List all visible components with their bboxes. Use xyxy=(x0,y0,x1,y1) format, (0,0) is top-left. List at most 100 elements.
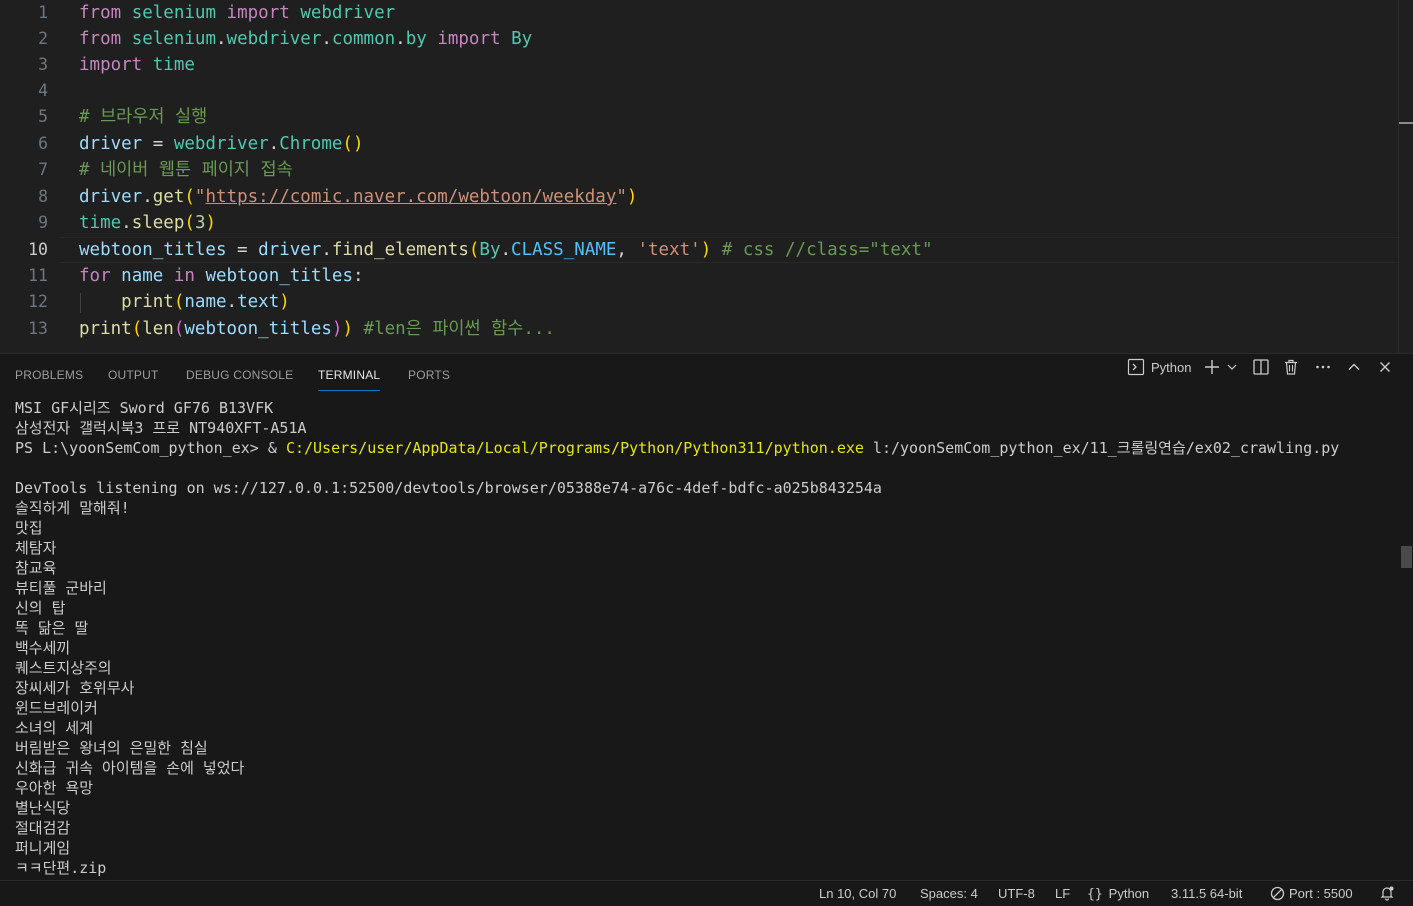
notifications-button[interactable] xyxy=(1379,885,1399,901)
code-text[interactable]: print(name.text) xyxy=(79,289,290,315)
line-number: 12 xyxy=(28,292,48,311)
terminal-command-line: PS L:\yoonSemCom_python_ex> & C:/Users/u… xyxy=(15,438,1395,458)
python-interpreter[interactable]: 3.11.5 64-bit xyxy=(1171,886,1242,901)
line-number: 9 xyxy=(38,213,48,232)
code-text[interactable]: driver = webdriver.Chrome() xyxy=(79,131,364,157)
code-line-6[interactable]: 6 driver = webdriver.Chrome() xyxy=(0,131,1400,157)
terminal-output[interactable]: MSI GF시리즈 Sword GF76 B13VFK 삼성전자 갤럭시북3 프… xyxy=(15,398,1395,881)
line-number: 6 xyxy=(38,134,48,153)
terminal-selector[interactable]: Python xyxy=(1127,354,1197,380)
tab-debug-console[interactable]: DEBUG CONSOLE xyxy=(186,368,293,382)
tab-output[interactable]: OUTPUT xyxy=(108,368,159,382)
code-text[interactable]: # 네이버 웹툰 페이지 접속 xyxy=(79,157,293,183)
end-of-line[interactable]: LF xyxy=(1055,886,1070,901)
plus-icon xyxy=(1203,358,1221,376)
code-line-5[interactable]: 5 # 브라우저 실행 xyxy=(0,104,1400,130)
line-number: 2 xyxy=(38,29,48,48)
terminal-scrollbar-thumb[interactable] xyxy=(1401,546,1412,568)
webtoon-title-list: 솔직하게 말해줘! 맛집 체탐자 참교육 뷰티풀 군바리 신의 탑똑 닮은 딸 백수세끼 퀘스… xyxy=(15,498,1395,878)
code-line-9[interactable]: 9 time.sleep(3) xyxy=(0,210,1400,236)
script-path: l:/yoonSemCom_python_ex/11_크롤링연습/ex02_cr… xyxy=(863,439,1340,457)
python-exe-path: C:/Users/user/AppData/Local/Programs/Pyt… xyxy=(285,439,864,457)
terminal-line: MSI GF시리즈 Sword GF76 B13VFK xyxy=(15,399,274,417)
code-text[interactable]: # 브라우저 실행 xyxy=(79,104,207,130)
cursor-position[interactable]: Ln 10, Col 70 xyxy=(819,886,896,901)
line-number: 7 xyxy=(38,160,48,179)
editor-scrollbar[interactable] xyxy=(1398,0,1413,353)
code-line-11[interactable]: 11 for name in webtoon_titles: xyxy=(0,263,1400,289)
close-panel-button[interactable] xyxy=(1375,354,1395,380)
code-text[interactable]: import time xyxy=(79,52,195,78)
webtoon-title-line: 체탐자 xyxy=(15,539,57,557)
code-line-7[interactable]: 7 # 네이버 웹툰 페이지 접속 xyxy=(0,157,1400,183)
webtoon-title-line: 참교육 xyxy=(15,559,57,577)
webtoon-title-line: 절대검감 xyxy=(15,819,71,837)
line-number: 8 xyxy=(38,187,48,206)
line-number: 11 xyxy=(28,266,48,285)
ellipsis-icon xyxy=(1314,358,1332,376)
language-label: Python xyxy=(1108,886,1150,901)
braces-icon: {} xyxy=(1087,887,1103,902)
code-text[interactable]: for name in webtoon_titles: xyxy=(79,263,364,289)
webtoon-title-line: 똑 닮은 딸 xyxy=(15,619,89,637)
language-mode[interactable]: {} Python xyxy=(1087,886,1149,902)
terminal-prompt: PS L:\yoonSemCom_python_ex> & xyxy=(15,439,286,457)
tab-problems[interactable]: PROBLEMS xyxy=(15,368,83,382)
terminal-icon xyxy=(1127,358,1145,376)
live-server-port[interactable]: Port : 5500 xyxy=(1270,886,1353,901)
editor-scroll-marker xyxy=(1399,122,1413,124)
split-terminal-button[interactable] xyxy=(1251,354,1271,380)
kill-terminal-button[interactable] xyxy=(1281,354,1301,380)
bell-icon xyxy=(1379,886,1399,901)
code-line-12[interactable]: 12 print(name.text) xyxy=(0,289,1400,315)
code-text[interactable]: from selenium.webdriver.common.by import… xyxy=(79,26,532,52)
webtoon-title-line: 신화급 귀속 아이템을 손에 넣었다 xyxy=(15,759,245,777)
terminal-dropdown-button[interactable] xyxy=(1224,354,1240,380)
code-editor[interactable]: 1 from selenium import webdriver 2 from … xyxy=(0,0,1413,353)
tab-terminal[interactable]: TERMINAL xyxy=(318,368,381,391)
webtoon-title-line: 뷰티풀 군바리 xyxy=(15,579,107,597)
indentation[interactable]: Spaces: 4 xyxy=(920,886,978,901)
code-line-4[interactable]: 4 xyxy=(0,78,1400,104)
webtoon-title-line: 백수세끼 xyxy=(15,639,71,657)
trash-icon xyxy=(1282,358,1300,376)
line-number: 4 xyxy=(38,81,48,100)
code-line-2[interactable]: 2 from selenium.webdriver.common.by impo… xyxy=(0,26,1400,52)
webtoon-title-line: 별난식당 xyxy=(15,799,71,817)
code-text[interactable]: driver.get("https://comic.naver.com/webt… xyxy=(79,184,637,210)
code-text[interactable]: time.sleep(3) xyxy=(79,210,216,236)
webtoon-title-line: 우아한 욕망 xyxy=(15,779,94,797)
code-line-1[interactable]: 1 from selenium import webdriver xyxy=(0,0,1400,26)
webtoon-title-line: 퍼니게임 xyxy=(15,839,71,857)
line-number: 13 xyxy=(28,319,48,338)
panel-tab-bar: PROBLEMS OUTPUT DEBUG CONSOLE TERMINAL P… xyxy=(0,354,1413,398)
new-terminal-button[interactable] xyxy=(1202,354,1222,380)
webtoon-title-line: ㅋㅋ단편.zip xyxy=(15,859,107,877)
tab-ports[interactable]: PORTS xyxy=(408,368,450,382)
line-number: 1 xyxy=(38,3,48,22)
port-label: Port : 5500 xyxy=(1289,886,1353,901)
webtoon-title-line: 신의 탑 xyxy=(15,599,66,617)
code-text[interactable]: webtoon_titles = driver.find_elements(By… xyxy=(79,237,933,263)
code-text[interactable]: print(len(webtoon_titles)) #len은 파이썬 함수.… xyxy=(79,316,555,342)
code-line-3[interactable]: 3 import time xyxy=(0,52,1400,78)
line-number: 5 xyxy=(38,107,48,126)
terminal-line: 삼성전자 갤럭시북3 프로 NT940XFT-A51A xyxy=(15,419,307,437)
no-entry-icon xyxy=(1270,886,1289,901)
webtoon-title-line: 솔직하게 말해줘! xyxy=(15,499,130,517)
maximize-panel-button[interactable] xyxy=(1344,354,1364,380)
code-line-8[interactable]: 8 driver.get("https://comic.naver.com/we… xyxy=(0,184,1400,210)
bottom-panel: PROBLEMS OUTPUT DEBUG CONSOLE TERMINAL P… xyxy=(0,353,1413,881)
chevron-up-icon xyxy=(1346,359,1362,375)
code-text[interactable]: from selenium import webdriver xyxy=(79,0,395,26)
code-line-10[interactable]: 10 webtoon_titles = driver.find_elements… xyxy=(0,237,1400,263)
more-actions-button[interactable] xyxy=(1313,354,1333,380)
webtoon-title-line: 윈드브레이커 xyxy=(15,699,98,717)
split-icon xyxy=(1252,358,1270,376)
encoding[interactable]: UTF-8 xyxy=(998,886,1035,901)
code-line-13[interactable]: 13 print(len(webtoon_titles)) #len은 파이썬 … xyxy=(0,316,1400,342)
url-link[interactable]: https://comic.naver.com/webtoon/weekday xyxy=(205,187,616,207)
webtoon-title-line: 맛집 xyxy=(15,519,43,537)
terminal-scrollbar[interactable] xyxy=(1399,398,1413,881)
